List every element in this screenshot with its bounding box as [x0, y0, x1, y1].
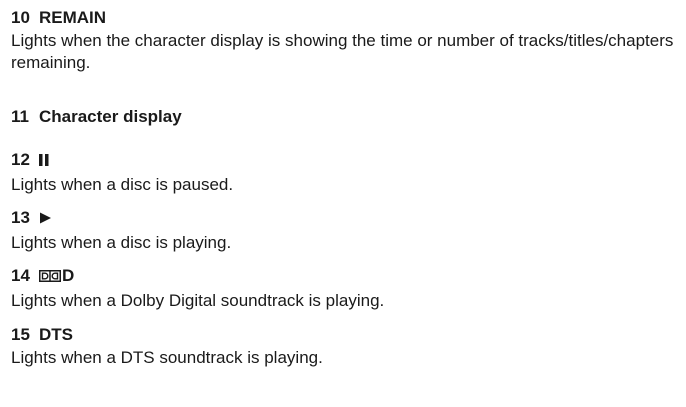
entry-number: 10 [11, 8, 30, 27]
entry-dts: 15 DTS Lights when a DTS soundtrack is pl… [11, 325, 681, 369]
entry-heading: 11 Character display [11, 107, 681, 127]
double-d-logo-icon [39, 268, 61, 288]
entry-title: REMAIN [39, 8, 107, 27]
entry-title: D [62, 266, 75, 285]
manual-page: 10 REMAIN Lights when the character displ… [0, 0, 686, 407]
entry-description: Lights when the character display is sho… [11, 31, 674, 72]
entry-number: 14 [11, 266, 30, 285]
entry-number: 13 [11, 208, 30, 227]
entry-title: Character display [39, 107, 182, 126]
entry-dolby-digital: 14 D Lights when a Dolby Digital soundtra… [11, 266, 681, 312]
entry-heading: 13 [11, 208, 681, 230]
entry-description: Lights when a DTS soundtrack is playing. [11, 348, 323, 367]
entry-pause: 12 Lights when a disc is paused. [11, 150, 681, 196]
entry-title: DTS [39, 325, 73, 344]
entry-number: 11 [11, 107, 29, 126]
entry-number: 12 [11, 150, 30, 169]
entry-heading: 15 DTS [11, 325, 681, 345]
entry-description: Lights when a disc is paused. [11, 175, 234, 194]
pause-icon [39, 152, 49, 172]
entry-heading: 10 REMAIN [11, 8, 681, 28]
entry-heading: 12 [11, 150, 681, 172]
entry-description: Lights when a Dolby Digital soundtrack i… [11, 291, 385, 310]
entry-character-display: 11 Character display [11, 107, 681, 127]
entry-play: 13 Lights when a disc is playing. [11, 208, 681, 254]
play-icon [39, 210, 52, 230]
entry-number: 15 [11, 325, 30, 344]
entry-description: Lights when a disc is playing. [11, 233, 232, 252]
entry-remain: 10 REMAIN Lights when the character displ… [11, 8, 681, 74]
entry-heading: 14 D [11, 266, 681, 288]
